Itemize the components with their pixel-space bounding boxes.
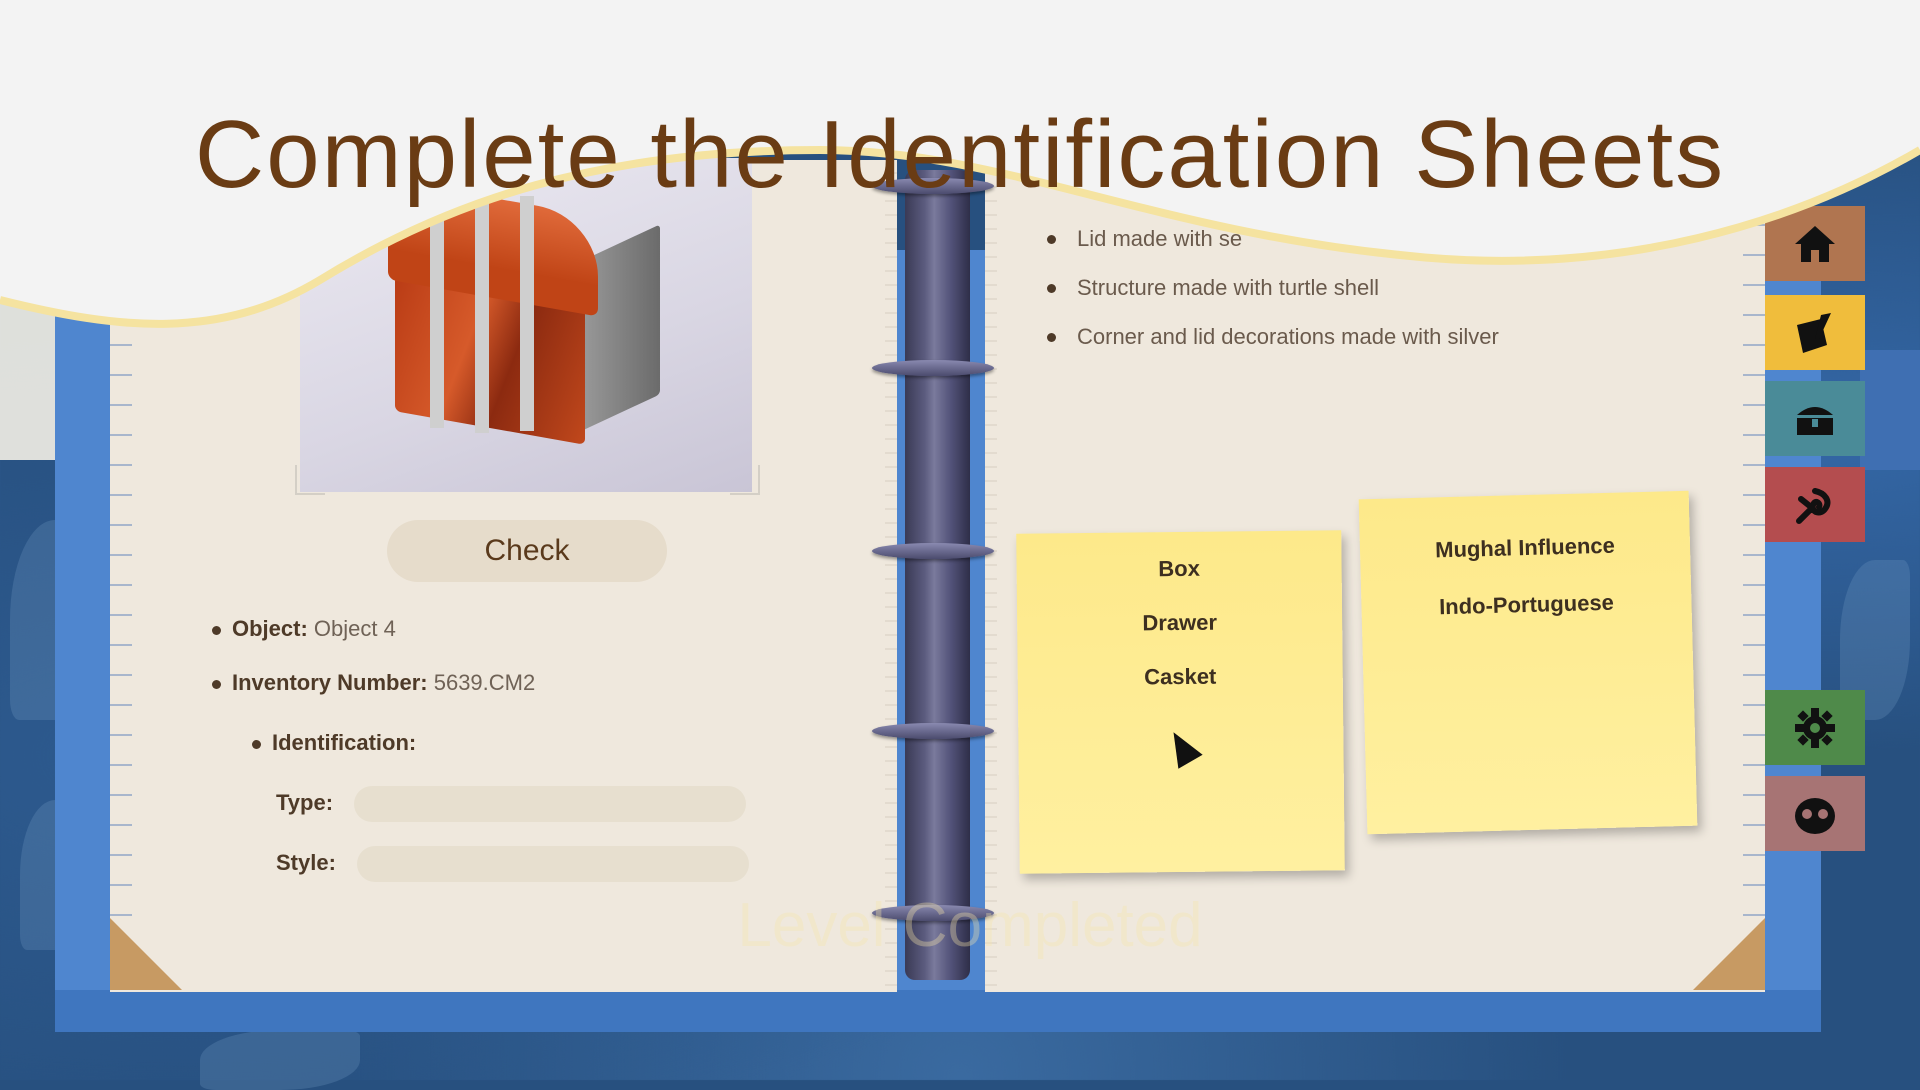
settings-tab[interactable] [1765,690,1865,765]
creature-icon [1796,487,1831,524]
chest-band [430,198,444,428]
home-tab[interactable] [1765,206,1865,281]
description-item: Structure made with turtle shell [1077,275,1380,300]
style-option-indo-portuguese[interactable]: Indo-Portuguese [1361,588,1692,623]
inventory-label: Inventory Number: [232,670,428,695]
inventory-info: Inventory Number: 5639.CM2 [232,670,535,696]
profile-face-icon [1795,797,1835,834]
check-button[interactable]: Check [387,520,667,582]
type-label: Type: [276,790,334,815]
profile-tab[interactable] [1765,776,1865,851]
binder-spine [905,170,970,980]
bullet [212,680,221,689]
right-page-holes [1743,170,1765,970]
bullet [1047,333,1056,342]
chest-band [475,193,489,433]
chest-band [520,196,534,431]
background-leaf [200,1030,360,1090]
bullet [252,740,261,749]
home-icon [1795,225,1835,262]
chest-icon [1797,406,1833,435]
identification-sheet-tab[interactable] [1765,295,1865,370]
type-option-box[interactable]: Box [1016,554,1341,583]
identification-label: Identification: [272,730,417,755]
right-page-edge [985,160,997,992]
binder-ring [872,360,994,376]
edit-note-icon [1797,312,1831,353]
description-item: Corner and lid decorations made with sil… [1077,324,1499,349]
object-value: Object 4 [313,616,396,641]
collection-tab[interactable] [1765,381,1865,456]
binder-bottom-edge [55,990,1821,1032]
style-label: Style: [276,850,336,875]
left-page-edge [885,160,897,992]
type-sticky-note: Box Drawer Casket [1016,530,1345,874]
object-info: Object: Object 4 [232,616,396,642]
binder-ring [872,543,994,559]
bullet [212,626,221,635]
type-option-casket[interactable]: Casket [1018,662,1343,691]
background-decor [1860,350,1920,470]
style-drop-field[interactable] [357,846,749,882]
inventory-value: 5639.CM2 [433,670,536,695]
description-item: Lid made with se [1077,226,1243,251]
level-completed-text: Level Completed [737,891,1203,960]
photo-corner [295,465,325,495]
page-title: Complete the Identification Sheets [194,101,1726,209]
style-option-mughal[interactable]: Mughal Influence [1360,531,1691,566]
type-option-drawer[interactable]: Drawer [1017,608,1342,637]
object-label: Object: [232,616,308,641]
photo-corner [730,465,760,495]
binder-ring [872,723,994,739]
type-drop-field[interactable] [354,786,746,822]
page-corner-right [1693,918,1765,990]
bullet [1047,235,1056,244]
page-corner-left [110,918,182,990]
background-paper [0,290,55,460]
creature-tab[interactable] [1765,467,1865,542]
gear-icon [1795,707,1835,748]
style-sticky-note: Mughal Influence Indo-Portuguese [1358,490,1698,835]
bullet [1047,284,1056,293]
